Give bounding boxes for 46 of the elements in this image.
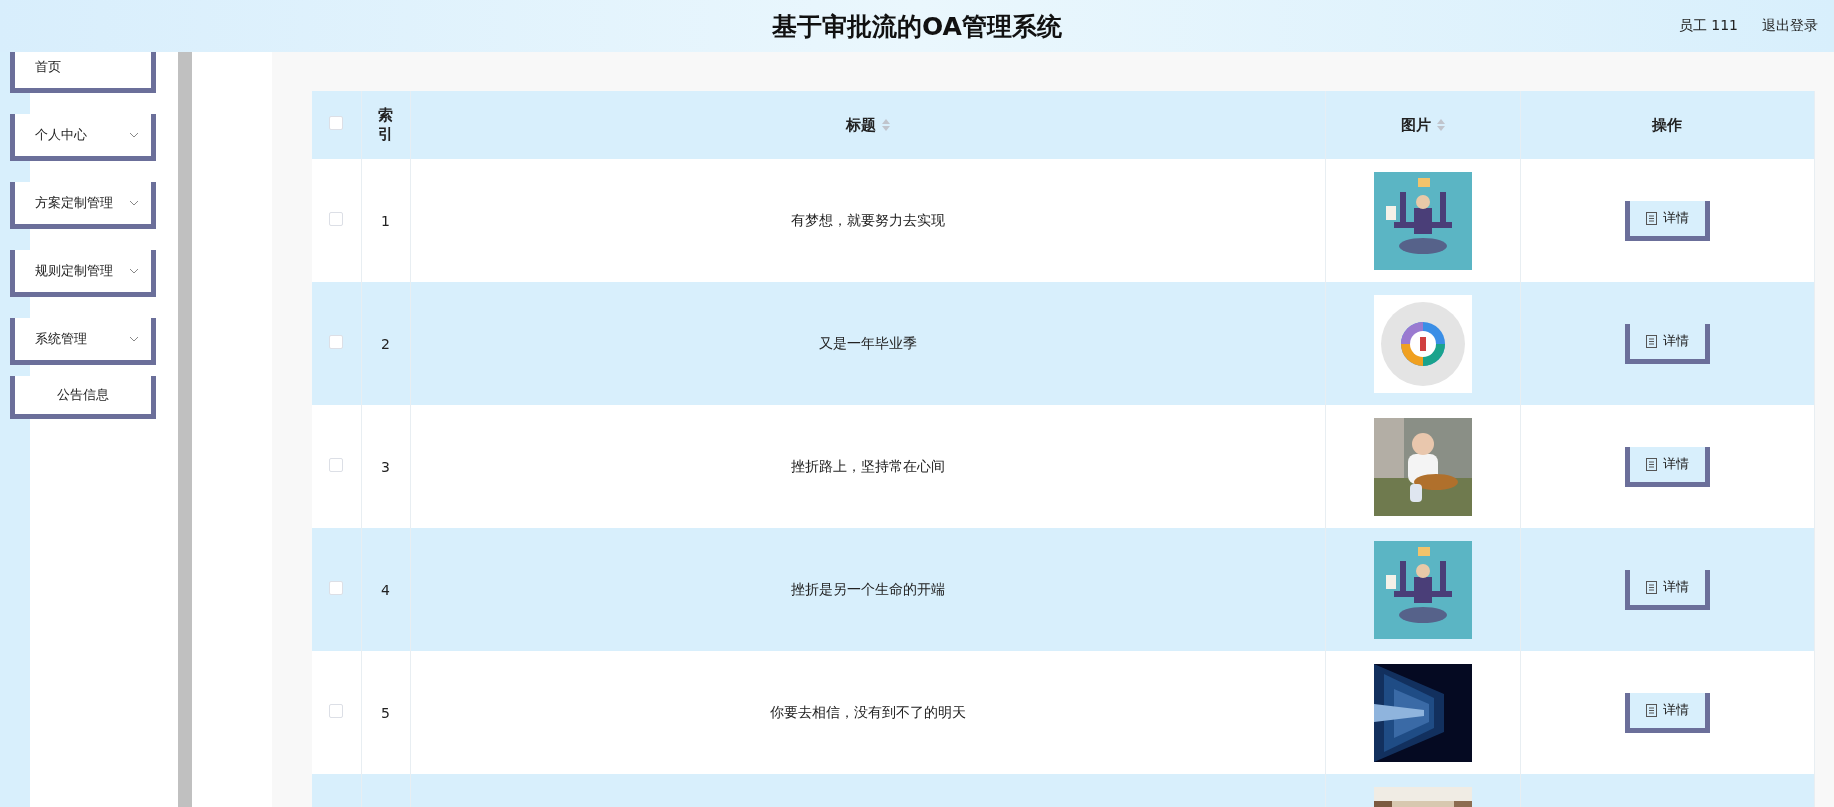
row-checkbox[interactable]	[329, 704, 344, 718]
sidebar-menu-item[interactable]: 方案定制管理	[10, 182, 156, 229]
app-title: 基于审批流的OA管理系统	[772, 10, 1062, 43]
splitter-bar[interactable]	[178, 52, 192, 807]
row-index: 2	[381, 335, 390, 352]
sort-icon[interactable]	[1436, 119, 1445, 131]
user-name: 员工 111	[1678, 17, 1738, 35]
chevron-down-icon	[129, 200, 139, 206]
sidebar-item[interactable]: 公告信息	[10, 376, 156, 419]
row-checkbox[interactable]	[329, 335, 344, 349]
details-button[interactable]: 详情	[1624, 569, 1710, 610]
chevron-down-icon	[129, 268, 139, 274]
sidebar-item[interactable]: 首页	[10, 52, 156, 93]
details-button[interactable]: 详情	[1624, 323, 1710, 364]
title-cell: 你要去相信，没有到不了的明天	[769, 703, 966, 720]
select-all-checkbox[interactable]	[329, 116, 344, 130]
column-header: 标题	[845, 115, 876, 135]
sidebar-menu-item[interactable]: 规则定制管理	[10, 250, 156, 297]
chevron-down-icon	[129, 336, 139, 342]
row-index: 4	[381, 581, 390, 598]
column-header: 图片	[1400, 115, 1431, 135]
document-icon	[1645, 334, 1657, 348]
title-cell: 挫折是另一个生命的开端	[790, 580, 945, 597]
chevron-down-icon	[129, 132, 139, 138]
document-icon	[1645, 211, 1657, 225]
sort-icon[interactable]	[881, 119, 890, 131]
title-cell: 挫折路上，坚持常在心间	[790, 457, 945, 474]
document-icon	[1645, 457, 1657, 471]
row-index: 3	[381, 458, 390, 475]
details-button[interactable]: 详情	[1624, 200, 1710, 241]
row-index: 5	[381, 704, 390, 721]
document-icon	[1645, 580, 1657, 594]
row-index: 1	[381, 212, 390, 229]
sidebar-menu-item[interactable]: 系统管理	[10, 318, 156, 365]
row-checkbox[interactable]	[329, 458, 344, 472]
column-header: 操作	[1652, 115, 1682, 135]
document-icon	[1645, 703, 1657, 717]
details-button[interactable]: 详情	[1624, 692, 1710, 733]
column-header: 索引	[377, 106, 394, 144]
title-cell: 又是一年毕业季	[818, 334, 917, 351]
logout-link[interactable]: 退出登录	[1762, 17, 1818, 35]
row-checkbox[interactable]	[329, 581, 344, 595]
row-checkbox[interactable]	[329, 212, 344, 226]
sidebar-menu-item[interactable]: 个人中心	[10, 114, 156, 161]
title-cell: 有梦想，就要努力去实现	[790, 211, 945, 228]
details-button[interactable]: 详情	[1624, 446, 1710, 487]
